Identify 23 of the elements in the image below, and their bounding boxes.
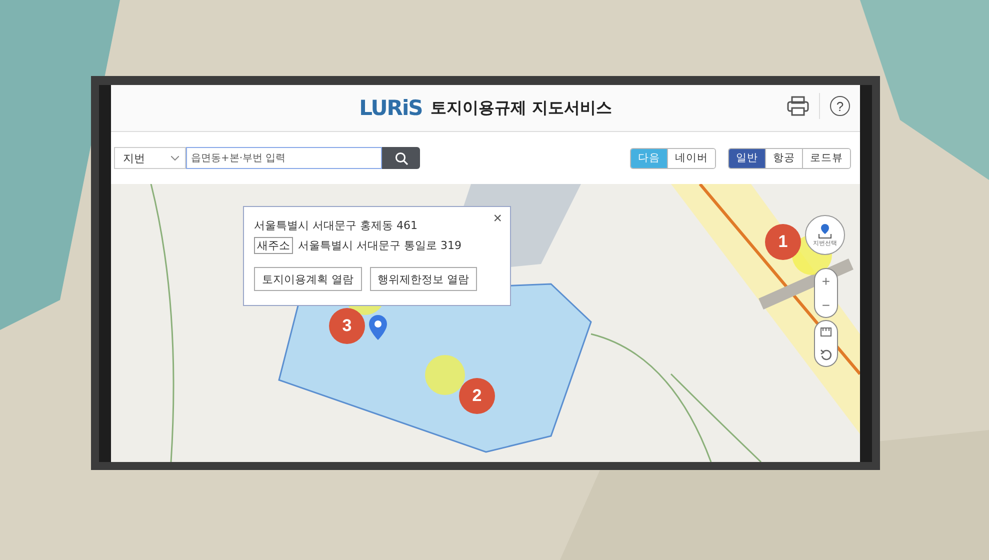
search-icon bbox=[394, 152, 408, 164]
search-field[interactable]: 읍면동+본·부번 입력 bbox=[186, 147, 382, 169]
road-address-label: 새주소 bbox=[254, 236, 293, 254]
close-button[interactable]: × bbox=[493, 210, 502, 227]
view-info-button[interactable]: 토지이용계획 열람 bbox=[254, 267, 362, 291]
help-button[interactable]: ? bbox=[830, 96, 850, 116]
map-provider-tab[interactable]: 네이버 bbox=[667, 148, 715, 168]
logo: LURiS bbox=[359, 96, 422, 120]
caret-icon bbox=[171, 156, 179, 160]
zoom-out-button[interactable]: − bbox=[815, 293, 837, 317]
pin-icon bbox=[817, 222, 833, 238]
printer-icon[interactable] bbox=[787, 96, 809, 116]
reset-icon[interactable] bbox=[820, 348, 832, 361]
parcel-address: 서울특별시 서대문구 홍제동 461 bbox=[254, 218, 418, 232]
road-address: 서울특별시 서대문구 통일로 319 bbox=[298, 238, 462, 252]
search-type-dropdown[interactable]: 지번 bbox=[114, 147, 186, 169]
site-title: 토지이용규제 지도서비스 bbox=[430, 98, 612, 118]
zoom-in-button[interactable]: + bbox=[815, 269, 837, 293]
search-button[interactable] bbox=[382, 147, 420, 169]
map-type-tab[interactable]: 일반 bbox=[729, 148, 765, 168]
ruler-icon[interactable] bbox=[820, 326, 832, 338]
map-type-tab[interactable]: 로드뷰 bbox=[802, 148, 850, 168]
view-info-button[interactable]: 행위제한정보 열람 bbox=[370, 267, 477, 291]
